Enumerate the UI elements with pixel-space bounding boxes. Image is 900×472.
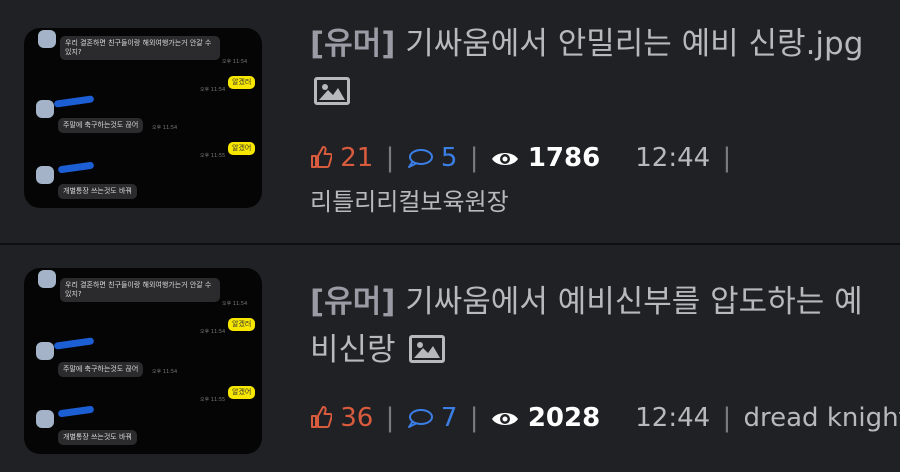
chat-time: 오후 11:54 xyxy=(152,369,178,375)
chat-time: 오후 11:54 xyxy=(200,329,226,335)
chat-time: 오후 11:54 xyxy=(222,301,248,307)
separator: | xyxy=(385,143,395,173)
likes-value: 36 xyxy=(340,403,374,433)
chat-message: 개별통장 쓰는것도 바꿔 xyxy=(58,184,137,199)
redaction-scribble xyxy=(53,337,95,350)
chat-avatar xyxy=(36,166,54,184)
chat-reply: 알겠러 xyxy=(228,318,256,331)
redaction-scribble xyxy=(53,95,95,108)
post-item[interactable]: 우리 결혼하면 친구들이랑 해외여행가는거 안갈 수 있지? 오후 11:54 … xyxy=(0,246,900,472)
chat-time: 오후 11:54 xyxy=(222,59,248,65)
thumbs-up-icon xyxy=(311,406,332,428)
post-item[interactable]: 우리 결혼하면 친구들이랑 해외여행가는거 안갈 수 있지? 오후 11:54 … xyxy=(0,0,900,245)
chat-avatar xyxy=(38,270,56,288)
chat-message: 주말에 축구하는것도 끊어 xyxy=(58,118,144,133)
chat-message: 우리 결혼하면 친구들이랑 해외여행가는거 안갈 수 있지? xyxy=(60,278,220,302)
chat-avatar xyxy=(38,30,56,48)
separator: | xyxy=(469,143,479,173)
redaction-scribble xyxy=(57,405,95,418)
chat-avatar xyxy=(36,342,54,360)
chat-reply: 알겠어 xyxy=(228,142,256,155)
post-author[interactable]: 리틀리리컬보육원장 xyxy=(310,182,509,217)
post-author[interactable]: dread knight xyxy=(744,403,900,433)
post-thumbnail[interactable]: 우리 결혼하면 친구들이랑 해외여행가는거 안갈 수 있지? 오후 11:54 … xyxy=(24,268,262,454)
views-count: 1786 xyxy=(491,143,610,173)
chat-time: 오후 11:54 xyxy=(152,125,178,131)
image-icon xyxy=(409,335,446,363)
chat-reply: 알겠어 xyxy=(228,386,256,399)
thumbs-up-icon xyxy=(311,146,332,168)
likes-count: 21 xyxy=(310,143,382,173)
speech-bubble-icon xyxy=(407,409,433,428)
image-icon xyxy=(314,77,350,105)
chat-time: 오후 11:55 xyxy=(200,397,226,403)
eye-icon xyxy=(491,153,518,165)
post-title: 기싸움에서 안밀리는 예비 신랑.jpg xyxy=(405,26,864,62)
post-title-link[interactable]: [유머] 기싸움에서 안밀리는 예비 신랑.jpg xyxy=(310,20,870,116)
redaction-scribble xyxy=(57,161,95,174)
post-category: [유머] xyxy=(310,26,396,62)
separator: | xyxy=(469,403,479,433)
chat-time: 오후 11:54 xyxy=(200,87,226,93)
views-value: 2028 xyxy=(527,403,601,433)
chat-message: 주말에 축구하는것도 끊어 xyxy=(58,362,144,377)
likes-count: 36 xyxy=(310,403,382,433)
speech-bubble-icon xyxy=(407,149,433,168)
post-time: 12:44 xyxy=(635,143,711,173)
likes-value: 21 xyxy=(340,143,374,173)
post-thumbnail[interactable]: 우리 결혼하면 친구들이랑 해외여행가는거 안갈 수 있지? 오후 11:54 … xyxy=(24,28,262,208)
post-meta: 21 | 5 | 1786 12:44 | xyxy=(310,142,735,174)
eye-icon xyxy=(491,413,518,425)
chat-message: 우리 결혼하면 친구들이랑 해외여행가는거 안갈 수 있지? xyxy=(60,36,220,60)
chat-message: 개별통장 쓰는것도 바꿔 xyxy=(58,430,137,445)
separator: | xyxy=(385,403,395,433)
views-count: 2028 xyxy=(491,403,610,433)
views-value: 1786 xyxy=(527,143,601,173)
comments-value: 7 xyxy=(440,403,458,433)
comments-count: 7 xyxy=(407,403,466,433)
comments-count: 5 xyxy=(407,143,466,173)
post-meta: 36 | 7 | 2028 12:44 | dread knight xyxy=(310,402,900,434)
comments-value: 5 xyxy=(440,143,458,173)
post-category: [유머] xyxy=(310,284,396,320)
chat-avatar xyxy=(36,100,54,118)
chat-avatar xyxy=(36,410,54,428)
chat-reply: 알겠러 xyxy=(228,76,256,89)
chat-time: 오후 11:55 xyxy=(200,153,226,159)
separator: | xyxy=(722,403,732,433)
post-time: 12:44 xyxy=(635,403,711,433)
separator: | xyxy=(722,143,732,173)
post-title-link[interactable]: [유머] 기싸움에서 예비신부를 압도하는 예비신랑 xyxy=(310,278,870,374)
